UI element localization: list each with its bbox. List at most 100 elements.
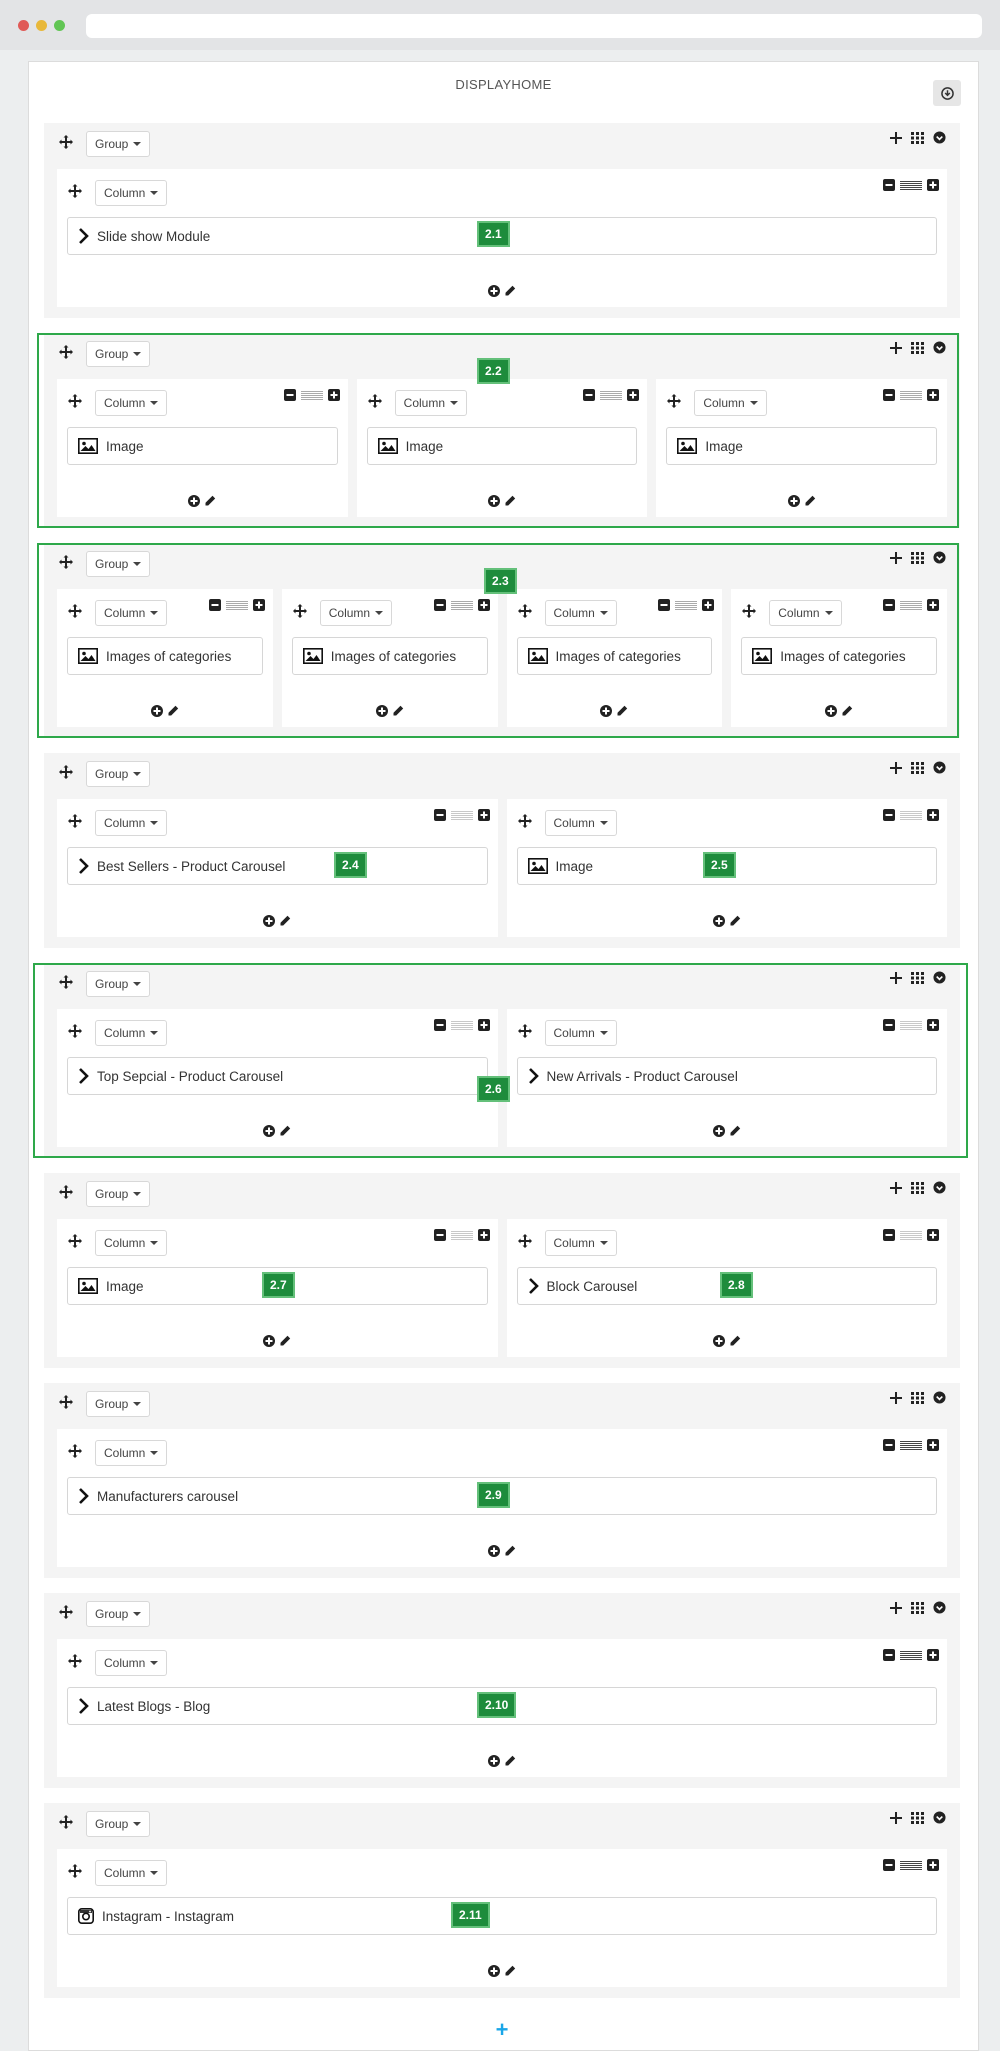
add-module-icon[interactable]	[488, 1965, 500, 1977]
layout-column: Column Best Sellers - Product Carousel	[57, 799, 498, 937]
grid-icon[interactable]	[911, 1601, 924, 1614]
column-dropdown[interactable]: Column	[95, 1230, 168, 1256]
column-dropdown[interactable]: Column	[95, 180, 168, 206]
column-width-toolbar	[883, 179, 939, 191]
module-item[interactable]: Instagram - Instagram	[67, 1897, 937, 1935]
move-icon[interactable]	[67, 1863, 83, 1879]
column-dropdown[interactable]: Column	[95, 810, 168, 836]
add-column-icon[interactable]	[890, 1811, 902, 1824]
add-module-icon[interactable]	[488, 1545, 500, 1557]
edit-pencil-icon[interactable]	[279, 1335, 291, 1347]
decrease-width-icon[interactable]	[433, 1229, 446, 1241]
minimize-window-dot[interactable]	[36, 20, 47, 31]
column-width-indicator	[450, 1230, 473, 1240]
decrease-width-icon[interactable]	[883, 1229, 895, 1241]
increase-width-icon[interactable]	[927, 1859, 939, 1871]
move-icon[interactable]	[58, 1604, 74, 1620]
increase-width-icon[interactable]	[927, 1439, 939, 1451]
page-title: DISPLAYHOME	[455, 77, 552, 92]
move-icon[interactable]	[517, 813, 533, 829]
add-module-icon[interactable]	[263, 1335, 276, 1347]
grid-icon[interactable]	[911, 1811, 924, 1824]
group-dropdown[interactable]: Group	[86, 761, 151, 787]
decrease-width-icon[interactable]	[433, 809, 446, 821]
column-dropdown[interactable]: Column	[544, 1230, 617, 1256]
group-dropdown[interactable]: Group	[86, 1181, 151, 1207]
column-dropdown[interactable]: Column	[95, 1860, 168, 1886]
move-icon[interactable]	[517, 1233, 533, 1249]
group-dropdown[interactable]: Group	[86, 1811, 151, 1837]
collapse-circle-icon[interactable]	[933, 1181, 946, 1194]
edit-pencil-icon[interactable]	[504, 1545, 516, 1557]
column-dropdown[interactable]: Column	[95, 1440, 168, 1466]
edit-pencil-icon[interactable]	[504, 1965, 516, 1977]
column-width-toolbar	[883, 1649, 939, 1661]
collapse-circle-icon[interactable]	[933, 1391, 946, 1404]
caret-down-icon	[133, 1192, 142, 1196]
group-dropdown-label: Group	[95, 767, 129, 781]
collapse-circle-icon[interactable]	[933, 1811, 946, 1824]
grid-icon[interactable]	[911, 761, 924, 774]
column-dropdown-label: Column	[104, 186, 146, 200]
edit-pencil-icon[interactable]	[504, 1755, 516, 1767]
increase-width-icon[interactable]	[927, 809, 939, 821]
move-icon[interactable]	[67, 813, 83, 829]
edit-pencil-icon[interactable]	[729, 915, 741, 927]
decrease-width-icon[interactable]	[883, 809, 895, 821]
grid-icon[interactable]	[911, 131, 924, 144]
module-item[interactable]: Best Sellers - Product Carousel	[67, 847, 488, 885]
move-icon[interactable]	[67, 1233, 83, 1249]
increase-width-icon[interactable]	[477, 809, 490, 821]
edit-pencil-icon[interactable]	[504, 285, 516, 297]
move-icon[interactable]	[58, 1394, 74, 1410]
move-icon[interactable]	[58, 1814, 74, 1830]
column-width-indicator	[900, 180, 922, 190]
maximize-window-dot[interactable]	[54, 20, 65, 31]
edit-pencil-icon[interactable]	[729, 1335, 741, 1347]
increase-width-icon[interactable]	[477, 1229, 490, 1241]
add-module-icon[interactable]	[488, 285, 500, 297]
caret-down-icon	[133, 1612, 142, 1616]
collapse-circle-icon[interactable]	[933, 761, 946, 774]
move-icon[interactable]	[58, 1184, 74, 1200]
column-dropdown[interactable]: Column	[95, 1650, 168, 1676]
move-icon[interactable]	[67, 1443, 83, 1459]
group-dropdown[interactable]: Group	[86, 1601, 151, 1627]
address-bar[interactable]	[86, 14, 982, 38]
add-column-icon[interactable]	[890, 1391, 902, 1404]
column-dropdown[interactable]: Column	[544, 810, 617, 836]
browser-chrome	[0, 0, 1000, 50]
add-column-icon[interactable]	[890, 1601, 902, 1614]
group-dropdown[interactable]: Group	[86, 1391, 151, 1417]
add-group-button[interactable]: +	[490, 2017, 514, 2042]
grid-icon[interactable]	[911, 1181, 924, 1194]
add-module-icon[interactable]	[263, 915, 276, 927]
decrease-width-icon[interactable]	[883, 179, 895, 191]
add-module-icon[interactable]	[488, 1755, 500, 1767]
caret-down-icon	[133, 1402, 142, 1406]
move-icon[interactable]	[67, 183, 83, 199]
add-module-icon[interactable]	[712, 1335, 725, 1347]
move-icon[interactable]	[67, 1653, 83, 1669]
increase-width-icon[interactable]	[927, 179, 939, 191]
add-column-icon[interactable]	[890, 131, 902, 144]
increase-width-icon[interactable]	[927, 1229, 939, 1241]
increase-width-icon[interactable]	[927, 1649, 939, 1661]
import-export-button[interactable]	[933, 80, 961, 106]
close-window-dot[interactable]	[18, 20, 29, 31]
group-toolbar	[890, 131, 946, 144]
add-column-icon[interactable]	[890, 1181, 902, 1194]
add-column-icon[interactable]	[890, 761, 902, 774]
move-icon[interactable]	[58, 764, 74, 780]
collapse-circle-icon[interactable]	[933, 131, 946, 144]
collapse-circle-icon[interactable]	[933, 1601, 946, 1614]
move-icon[interactable]	[58, 134, 74, 150]
decrease-width-icon[interactable]	[883, 1859, 895, 1871]
add-module-icon[interactable]	[712, 915, 725, 927]
step-badge: 2.10	[477, 1692, 517, 1718]
decrease-width-icon[interactable]	[883, 1649, 895, 1661]
decrease-width-icon[interactable]	[883, 1439, 895, 1451]
edit-pencil-icon[interactable]	[279, 915, 291, 927]
group-dropdown[interactable]: Group	[86, 131, 151, 157]
grid-icon[interactable]	[911, 1391, 924, 1404]
